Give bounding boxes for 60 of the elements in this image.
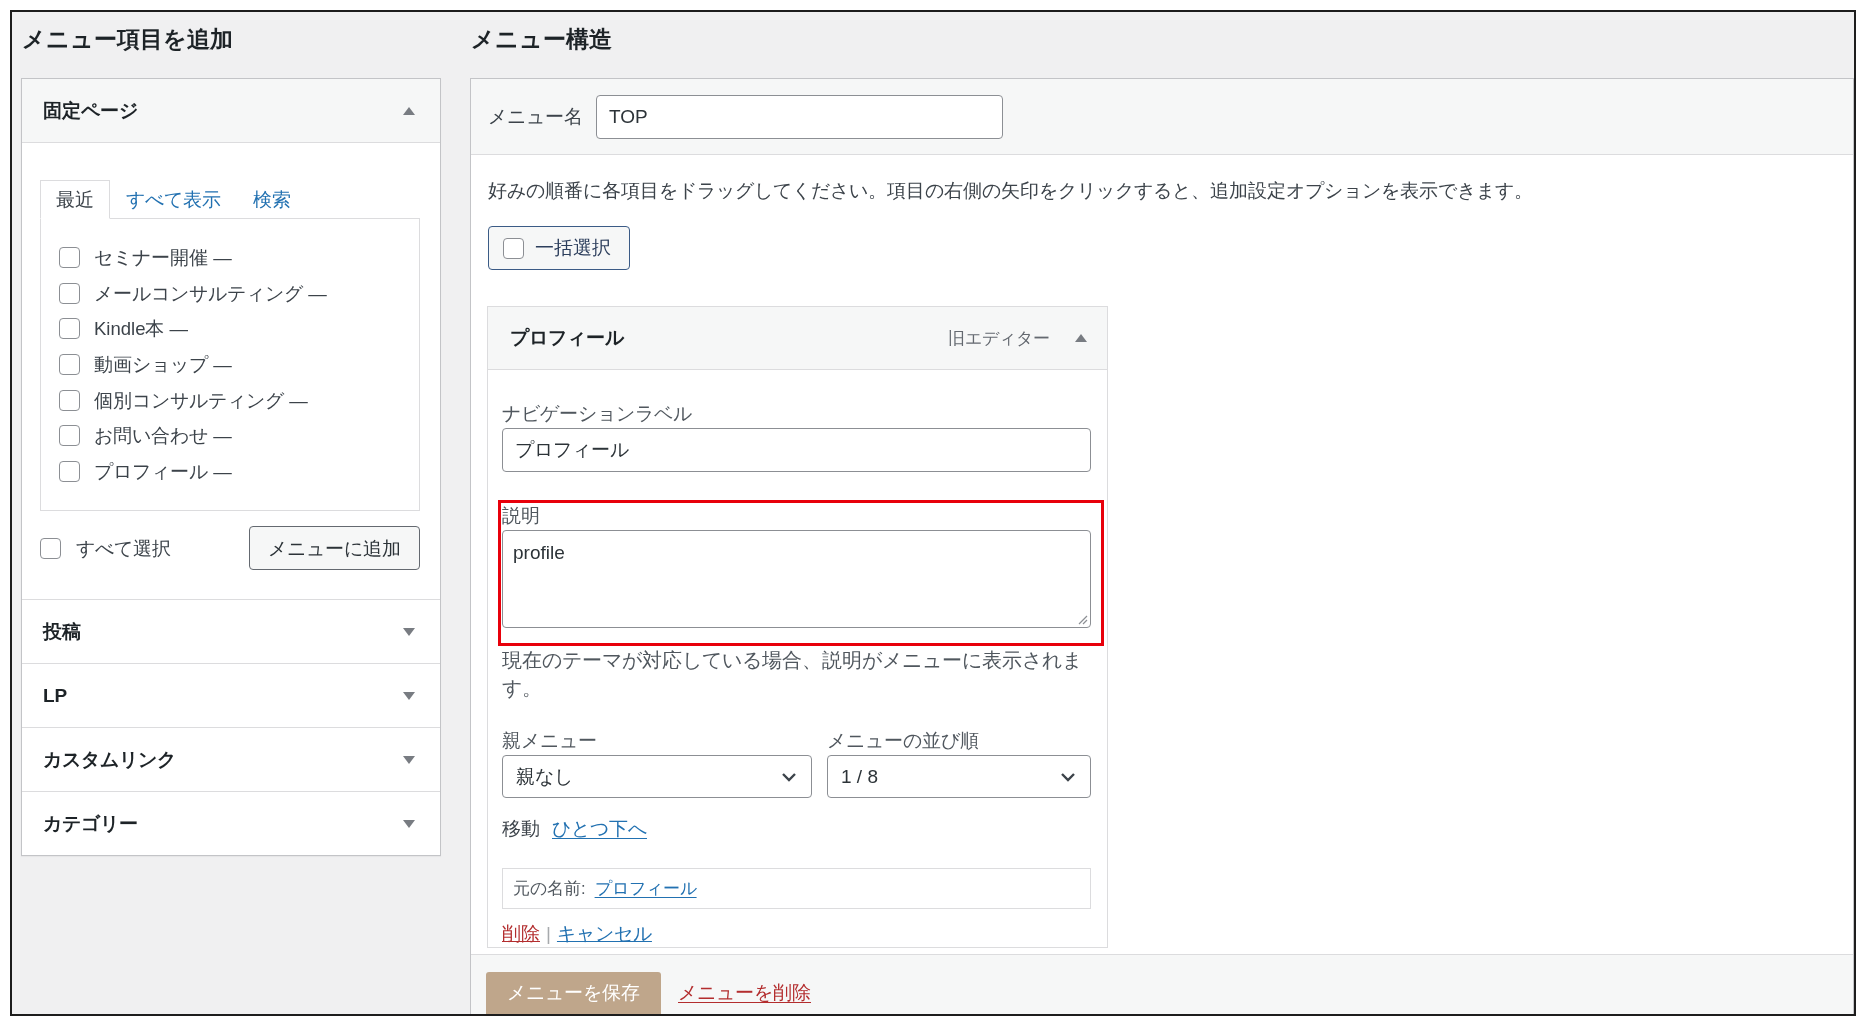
chevron-down-icon	[781, 771, 797, 782]
tab[interactable]: 検索	[237, 180, 307, 219]
section-heading: メニュー項目を追加	[21, 25, 234, 54]
field-label: 説明	[502, 504, 541, 528]
checkbox[interactable]	[59, 318, 80, 340]
accordion-header[interactable]: カスタムリンク	[22, 728, 440, 792]
resize-grip-icon[interactable]	[1078, 615, 1088, 625]
field-label: 親メニュー	[502, 729, 598, 753]
add-to-menu-button[interactable]: メニューに追加	[249, 526, 420, 571]
item-type-label: 旧エディター	[948, 327, 1050, 350]
checkbox[interactable]	[59, 425, 80, 447]
checkbox[interactable]	[59, 460, 80, 482]
checkbox-label[interactable]: セミナー開催 —	[94, 245, 232, 271]
field-label: ナビゲーションラベル	[502, 402, 693, 426]
tab[interactable]: 最近	[40, 180, 110, 219]
checkbox-label[interactable]: メールコンサルティング —	[94, 280, 327, 306]
checkbox-label[interactable]: 個別コンサルティング —	[94, 387, 308, 413]
original-name-link[interactable]: プロフィール	[594, 877, 697, 900]
triangle-down-icon	[403, 627, 415, 636]
tab[interactable]: すべて表示	[110, 180, 237, 219]
text-input[interactable]: TOP	[596, 94, 1003, 139]
field-label: メニュー名	[488, 104, 583, 129]
accordion-header[interactable]: 投稿	[22, 600, 440, 664]
separator-text: |	[546, 922, 551, 946]
move-down-link[interactable]: ひとつ下へ	[552, 816, 647, 842]
checkbox-label[interactable]: プロフィール —	[94, 458, 232, 484]
bulk-select-button[interactable]: 一括選択	[488, 226, 630, 270]
triangle-down-icon	[403, 755, 415, 764]
triangle-up-icon[interactable]	[1075, 334, 1087, 342]
accordion-header[interactable]: LP	[22, 664, 440, 728]
delete-menu-link[interactable]: メニューを削除	[678, 980, 811, 1006]
accordion-header[interactable]: カテゴリー	[22, 792, 440, 856]
checkbox-label[interactable]: Kindle本 —	[94, 316, 189, 342]
section-heading: メニュー構造	[470, 25, 613, 54]
checkbox-label[interactable]: 動画ショップ —	[94, 352, 232, 378]
chevron-down-icon	[1060, 771, 1076, 782]
help-text: 現在のテーマが対応している場合、説明がメニューに表示されます。	[502, 648, 1083, 701]
cancel-link[interactable]: キャンセル	[556, 921, 652, 947]
triangle-down-icon	[403, 819, 415, 828]
checkbox[interactable]	[59, 247, 80, 269]
checkbox-label[interactable]: お問い合わせ —	[94, 423, 232, 449]
dropdown[interactable]: 1 / 8	[827, 755, 1091, 798]
checkbox[interactable]	[59, 354, 80, 376]
checkbox-label[interactable]: すべて選択	[76, 535, 171, 561]
dropdown[interactable]: 親なし	[502, 755, 812, 798]
field-label: 移動	[502, 817, 540, 841]
checkbox[interactable]	[59, 389, 80, 411]
text-input[interactable]: プロフィール	[502, 428, 1091, 472]
delete-link[interactable]: 削除	[502, 921, 540, 947]
accordion-header[interactable]: 固定ページ	[22, 79, 440, 143]
triangle-up-icon	[403, 106, 415, 115]
textarea-field[interactable]: profile	[502, 530, 1091, 628]
checkbox[interactable]	[59, 282, 80, 304]
menu-item-title: プロフィール	[510, 326, 625, 350]
field-label: 元の名前:	[513, 877, 586, 899]
instruction-text: 好みの順番に各項目をドラッグしてください。項目の右側の矢印をクリックすると、追加設定オプションを表示できます。	[488, 179, 1534, 203]
checkbox[interactable]	[40, 537, 61, 559]
checkbox[interactable]	[503, 237, 524, 259]
field-label: メニューの並び順	[827, 729, 980, 753]
triangle-down-icon	[403, 691, 415, 700]
